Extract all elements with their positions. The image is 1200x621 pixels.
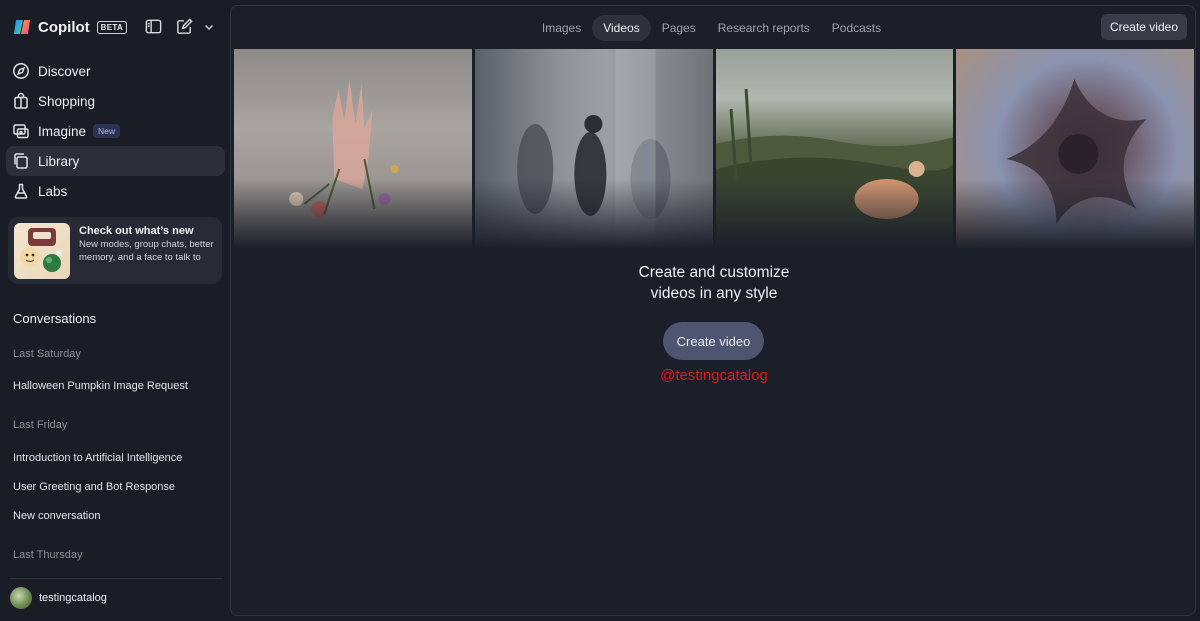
conversation-item[interactable]: Introduction to Artificial Intelligence (13, 452, 182, 464)
user-name: testingcatalog (39, 592, 107, 604)
primary-nav: Discover Shopping Imagine New Library La… (6, 56, 225, 206)
nav-item-imagine[interactable]: Imagine New (6, 116, 225, 146)
conversation-group-label: Last Saturday (13, 348, 81, 360)
nav-item-shopping[interactable]: Shopping (6, 86, 225, 116)
tab-research-reports[interactable]: Research reports (707, 15, 821, 41)
image-icon (12, 122, 30, 140)
shopping-bag-icon (12, 92, 30, 110)
library-icon (12, 152, 30, 170)
create-video-button[interactable]: Create video (663, 322, 764, 360)
sample-video-thumbnails (234, 49, 1194, 249)
empty-state-title: Create and customize videos in any style (231, 262, 1195, 304)
app-name: Copilot (38, 18, 90, 36)
sample-video-thumbnail[interactable] (956, 49, 1194, 249)
new-chat-icon[interactable] (175, 17, 194, 36)
beta-badge: BETA (96, 20, 128, 34)
tab-pages[interactable]: Pages (651, 15, 707, 41)
whats-new-illustration (14, 223, 70, 279)
sample-video-thumbnail[interactable] (234, 49, 472, 249)
avatar (10, 587, 32, 609)
nav-label: Library (38, 153, 80, 169)
conversation-item[interactable]: User Greeting and Bot Response (13, 481, 175, 493)
whats-new-description: New modes, group chats, better memory, a… (79, 239, 214, 263)
user-profile[interactable]: testingcatalog (10, 587, 107, 609)
copilot-logo-icon (12, 17, 32, 37)
flask-icon (12, 182, 30, 200)
nav-item-labs[interactable]: Labs (6, 176, 225, 206)
sidebar-top-actions (144, 17, 215, 36)
nav-item-discover[interactable]: Discover (6, 56, 225, 86)
whats-new-card[interactable]: Check out what’s new New modes, group ch… (8, 217, 222, 284)
conversations-header: Conversations (13, 311, 97, 326)
nav-item-library[interactable]: Library (6, 146, 225, 176)
conversation-item[interactable]: New conversation (13, 510, 100, 522)
nav-label: Imagine (38, 123, 87, 139)
brand[interactable]: Copilot BETA (12, 16, 128, 38)
conversation-group-label: Last Thursday (13, 549, 83, 561)
library-tabs: Images Videos Pages Research reports Pod… (231, 15, 1195, 41)
tab-videos[interactable]: Videos (592, 15, 651, 41)
nav-label: Labs (38, 183, 68, 199)
chevron-down-icon[interactable] (203, 21, 215, 33)
library-panel: Images Videos Pages Research reports Pod… (230, 5, 1196, 616)
sample-video-thumbnail[interactable] (474, 49, 713, 249)
create-video-header-button[interactable]: Create video (1100, 14, 1187, 40)
whats-new-title: Check out what’s new (79, 225, 194, 237)
sidebar: Copilot BETA Discover Shopping Imagine N… (0, 0, 230, 621)
nav-label: Shopping (38, 93, 96, 109)
sidebar-divider (9, 578, 223, 579)
conversation-item[interactable]: Halloween Pumpkin Image Request (13, 380, 188, 392)
sidebar-toggle-icon[interactable] (144, 17, 163, 36)
watermark: @testingcatalog (660, 367, 768, 384)
app-window: Copilot BETA Discover Shopping Imagine N… (0, 0, 1200, 621)
conversation-group-label: Last Friday (13, 419, 68, 431)
empty-state-title-line: Create and customize (638, 264, 790, 281)
compass-icon (12, 62, 30, 80)
nav-label: Discover (38, 63, 91, 79)
tab-images[interactable]: Images (531, 15, 592, 41)
empty-state-title-line: videos in any style (650, 285, 778, 302)
whats-new-text: Check out what’s new New modes, group ch… (79, 223, 214, 278)
tab-podcasts[interactable]: Podcasts (821, 15, 892, 41)
sample-video-thumbnail[interactable] (715, 49, 954, 249)
new-badge: New (93, 124, 121, 138)
